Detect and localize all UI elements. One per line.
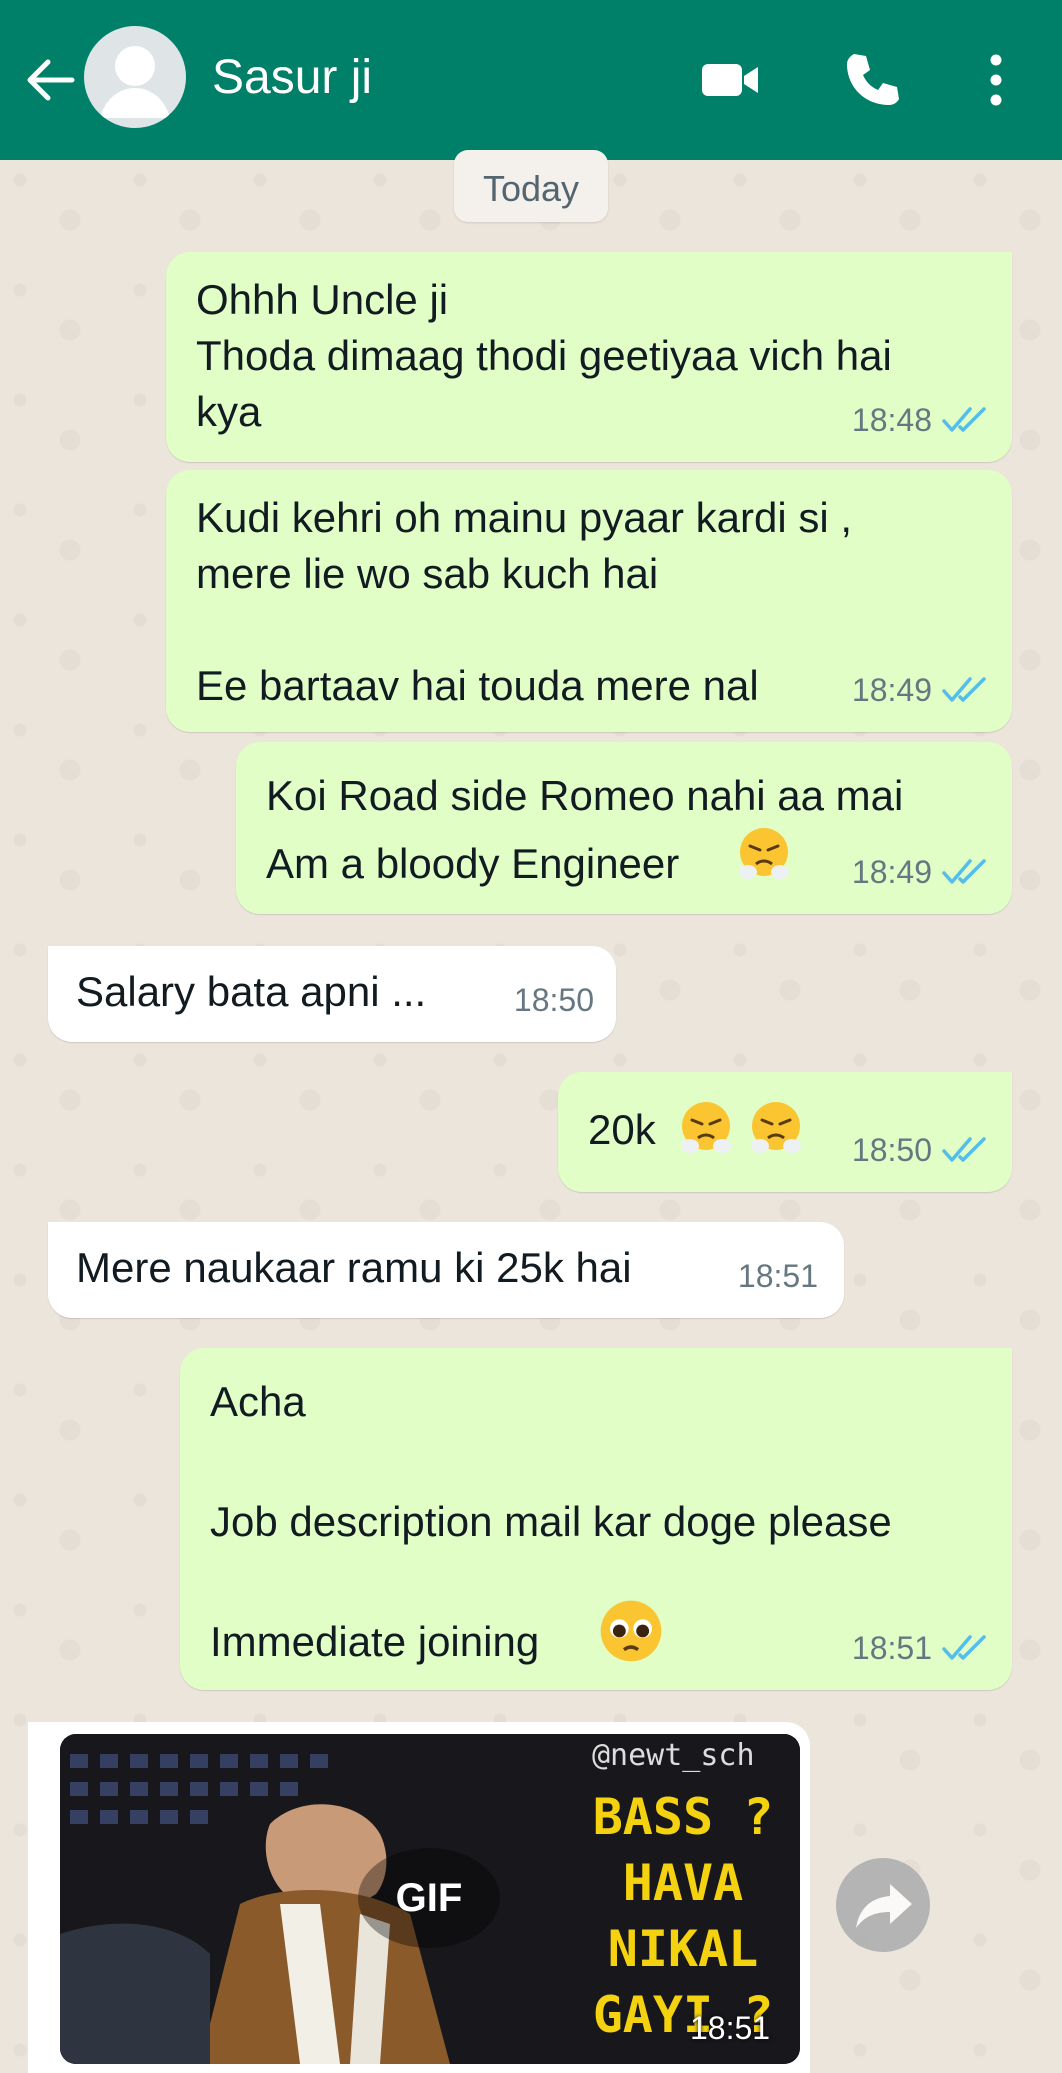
message-meta: 18:50 <box>852 1122 990 1178</box>
message-time: 18:51 <box>851 1630 932 1666</box>
message-time: 18:50 <box>513 982 594 1018</box>
double-check-icon <box>942 1635 986 1660</box>
message-time: 18:49 <box>851 854 932 890</box>
face-with-steam-from-nose-icon <box>681 1102 731 1153</box>
message-bubble-incoming[interactable]: Mere naukaar ramu ki 25k hai 18:51 <box>48 1222 844 1318</box>
forward-share-icon[interactable] <box>836 1858 930 1952</box>
arrow-left-icon[interactable] <box>22 52 78 108</box>
message-time: 18:51 <box>690 2010 771 2046</box>
message-meta: 18:48 <box>852 392 990 448</box>
message-time: 18:51 <box>737 1258 818 1294</box>
message-bubble-outgoing[interactable]: Kudi kehri oh mainu pyaar kardi si , mer… <box>166 470 1012 732</box>
message-meta: 18:49 <box>852 844 990 900</box>
pleading-face-icon <box>600 1600 662 1662</box>
contact-name[interactable]: Sasur ji <box>212 50 372 105</box>
message-bubble-outgoing[interactable]: 20k 18:50 <box>558 1072 1012 1192</box>
message-meta: 18:50 <box>514 972 594 1028</box>
message-time: 18:49 <box>851 672 932 708</box>
message-meta: 18:51 <box>852 1620 990 1676</box>
gif-watermark: @newt_sch <box>592 1738 755 1773</box>
message-bubble-outgoing[interactable]: Ohhh Uncle ji Thoda dimaag thodi geetiya… <box>166 252 1012 462</box>
chat-header: Sasur ji <box>0 0 1062 160</box>
message-time: 18:50 <box>851 1132 932 1168</box>
video-camera-icon[interactable] <box>698 48 762 112</box>
avatar[interactable] <box>84 26 186 128</box>
double-check-icon <box>942 407 986 432</box>
message-text: Mere naukaar ramu ki 25k hai <box>76 1244 632 1291</box>
face-with-steam-from-nose-icon <box>739 828 789 879</box>
more-vertical-icon[interactable] <box>968 48 1032 112</box>
double-check-icon <box>942 859 986 884</box>
date-separator: Today <box>454 150 608 222</box>
gif-caption: BASS ? HAVA NIKAL GAYI ? <box>592 1788 774 2044</box>
double-check-icon <box>942 1137 986 1162</box>
message-meta: 18:49 <box>852 662 990 718</box>
gif-play-badge[interactable]: GIF <box>358 1848 500 1948</box>
message-time: 18:48 <box>851 402 932 438</box>
message-text: Salary bata apni ... <box>76 968 427 1015</box>
face-with-steam-from-nose-icon <box>751 1102 801 1153</box>
message-meta: 18:51 <box>738 1248 818 1304</box>
message-bubble-incoming[interactable]: Salary bata apni ... 18:50 <box>48 946 616 1042</box>
message-bubble-outgoing[interactable]: Acha Job description mail kar doge pleas… <box>180 1348 1012 1690</box>
phone-icon[interactable] <box>840 48 904 112</box>
message-bubble-outgoing[interactable]: Koi Road side Romeo nahi aa mai Am a blo… <box>236 742 1012 914</box>
double-check-icon <box>942 677 986 702</box>
